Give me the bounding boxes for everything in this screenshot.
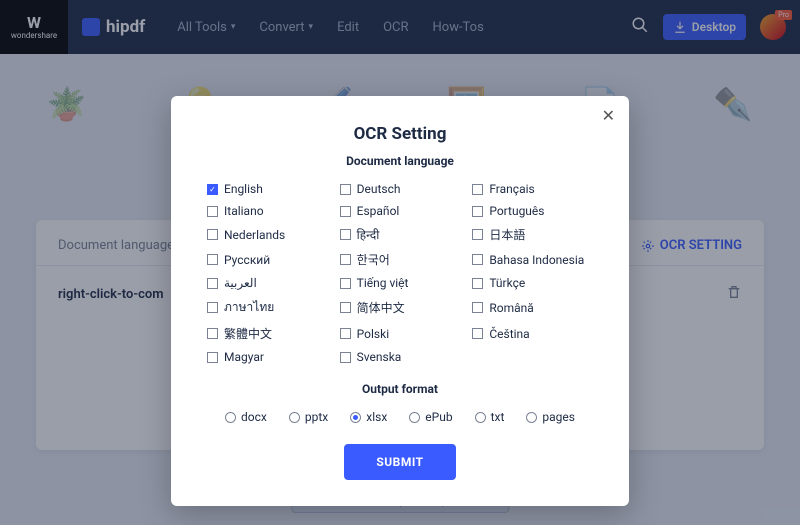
language-option[interactable]: Svenska <box>340 350 461 364</box>
format-option[interactable]: xlsx <box>350 410 387 424</box>
checkbox-icon <box>472 278 483 289</box>
language-option[interactable]: Türkçe <box>472 276 593 290</box>
checkbox-icon <box>207 328 218 339</box>
checkbox-icon: ✓ <box>207 184 218 195</box>
language-option[interactable]: 한국어 <box>340 251 461 268</box>
format-option[interactable]: pages <box>526 410 575 424</box>
radio-icon <box>475 412 486 423</box>
format-row: docx pptx xlsx ePub txt pages <box>207 410 593 424</box>
submit-button[interactable]: SUBMIT <box>344 444 455 480</box>
format-option[interactable]: pptx <box>289 410 328 424</box>
checkbox-icon <box>340 302 351 313</box>
language-option[interactable]: Русский <box>207 251 328 268</box>
checkbox-icon <box>340 328 351 339</box>
radio-icon <box>225 412 236 423</box>
checkbox-icon <box>207 302 218 313</box>
checkbox-icon <box>340 352 351 363</box>
section-output-format: Output format <box>207 382 593 396</box>
language-option[interactable]: Polski <box>340 325 461 342</box>
language-option[interactable]: Nederlands <box>207 226 328 243</box>
language-option[interactable]: Português <box>472 204 593 218</box>
language-option[interactable]: Română <box>472 298 593 317</box>
checkbox-icon <box>207 254 218 265</box>
checkbox-icon <box>207 278 218 289</box>
language-option[interactable]: 日本語 <box>472 226 593 243</box>
language-option[interactable]: ภาษาไทย <box>207 298 328 317</box>
format-option[interactable]: txt <box>475 410 505 424</box>
checkbox-icon <box>207 352 218 363</box>
radio-icon <box>409 412 420 423</box>
language-option[interactable]: ✓English <box>207 182 328 196</box>
format-option[interactable]: ePub <box>409 410 452 424</box>
checkbox-icon <box>340 184 351 195</box>
checkbox-icon <box>207 229 218 240</box>
checkbox-icon <box>340 278 351 289</box>
language-option[interactable]: العربية <box>207 276 328 290</box>
checkbox-icon <box>472 229 483 240</box>
checkbox-icon <box>340 206 351 217</box>
radio-icon <box>289 412 300 423</box>
checkbox-icon <box>340 229 351 240</box>
language-option[interactable]: Magyar <box>207 350 328 364</box>
modal-title: OCR Setting <box>207 124 593 144</box>
language-option[interactable]: 简体中文 <box>340 298 461 317</box>
language-option[interactable]: Français <box>472 182 593 196</box>
checkbox-icon <box>472 184 483 195</box>
checkbox-icon <box>472 206 483 217</box>
language-option[interactable]: Bahasa Indonesia <box>472 251 593 268</box>
language-option[interactable]: Italiano <box>207 204 328 218</box>
language-option[interactable]: Tiếng việt <box>340 276 461 290</box>
close-button[interactable]: ✕ <box>602 106 615 125</box>
checkbox-icon <box>340 254 351 265</box>
language-option[interactable]: 繁體中文 <box>207 325 328 342</box>
format-option[interactable]: docx <box>225 410 267 424</box>
language-grid: ✓English Deutsch Français Italiano Español Po… <box>207 182 593 364</box>
language-option[interactable]: Español <box>340 204 461 218</box>
checkbox-icon <box>472 302 483 313</box>
language-option[interactable]: Čeština <box>472 325 593 342</box>
ocr-setting-modal: ✕ OCR Setting Document language ✓English… <box>171 96 629 506</box>
checkbox-icon <box>472 254 483 265</box>
language-option[interactable]: Deutsch <box>340 182 461 196</box>
radio-icon <box>350 412 361 423</box>
radio-icon <box>526 412 537 423</box>
checkbox-icon <box>472 328 483 339</box>
section-document-language: Document language <box>207 154 593 168</box>
checkbox-icon <box>207 206 218 217</box>
language-option[interactable]: हिन्दी <box>340 226 461 243</box>
